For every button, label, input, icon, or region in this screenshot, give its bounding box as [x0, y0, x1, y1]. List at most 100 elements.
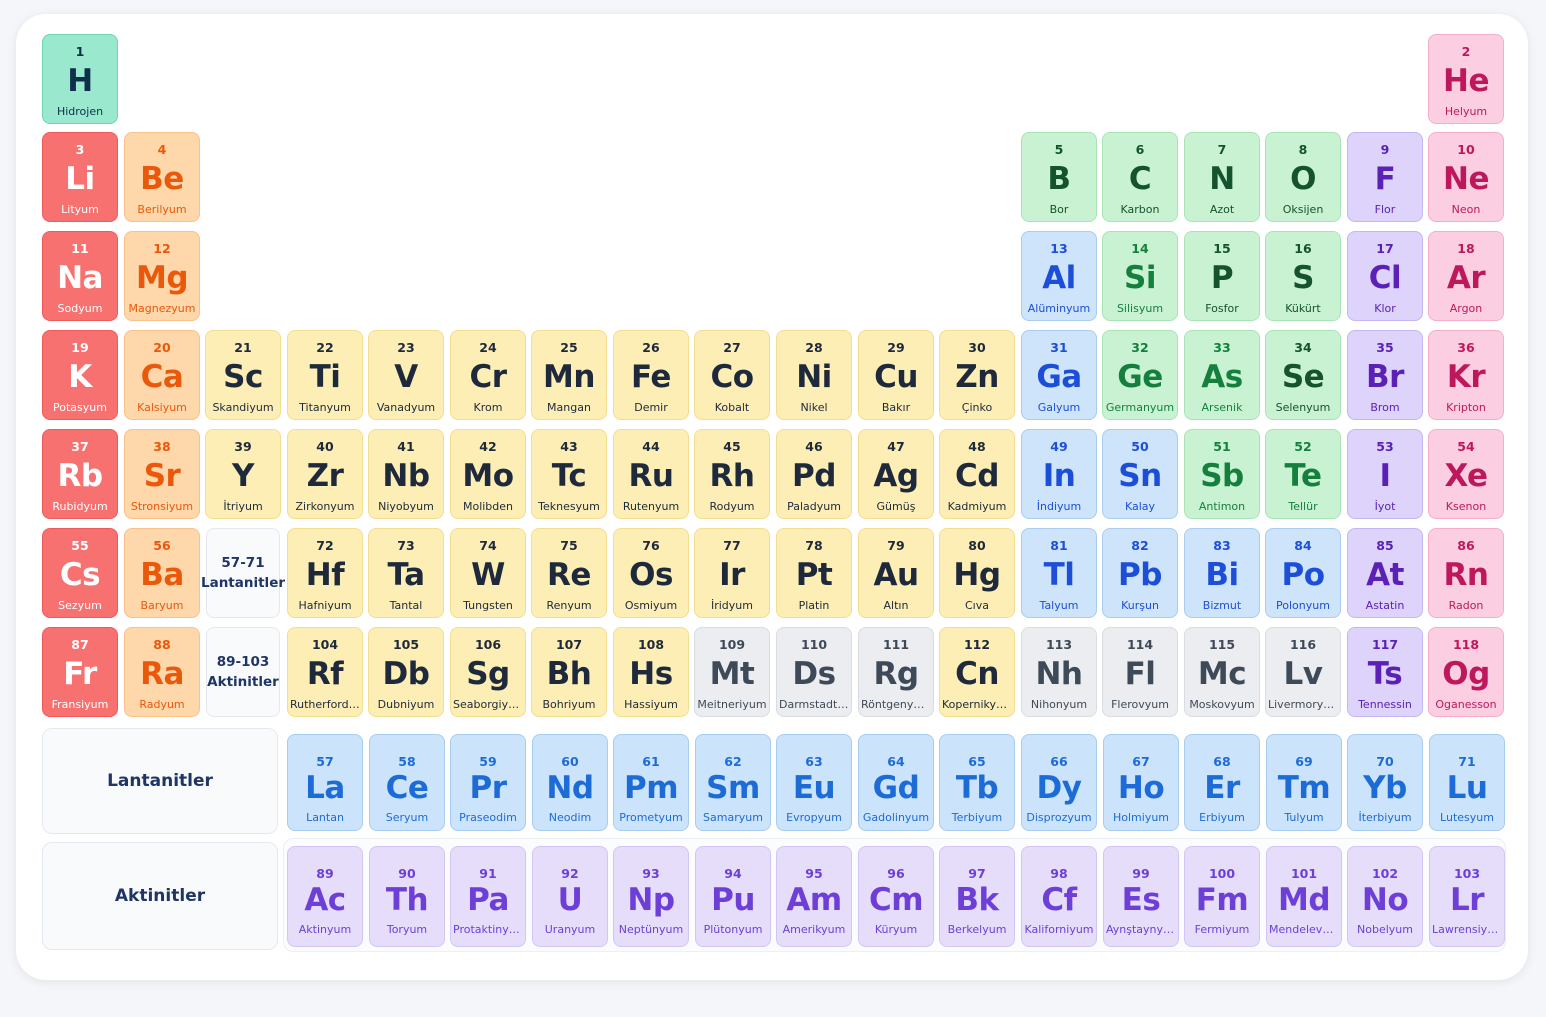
element-ti[interactable]: 22 Ti Titanyum [287, 330, 363, 420]
element-pt[interactable]: 78 Pt Platin [776, 528, 852, 618]
element-hg[interactable]: 80 Hg Cıva [939, 528, 1015, 618]
element-er[interactable]: 68 Er Erbiyum [1184, 734, 1260, 831]
element-se[interactable]: 34 Se Selenyum [1265, 330, 1341, 420]
element-eu[interactable]: 63 Eu Evropyum [776, 734, 852, 831]
element-rn[interactable]: 86 Rn Radon [1428, 528, 1504, 618]
element-be[interactable]: 4 Be Berilyum [124, 132, 200, 222]
element-bk[interactable]: 97 Bk Berkelyum [939, 846, 1015, 947]
element-ir[interactable]: 77 Ir İridyum [694, 528, 770, 618]
element-th[interactable]: 90 Th Toryum [369, 846, 445, 947]
element-fr[interactable]: 87 Fr Fransiyum [42, 627, 118, 717]
element-db[interactable]: 105 Db Dubniyum [368, 627, 444, 717]
element-cm[interactable]: 96 Cm Küryum [858, 846, 934, 947]
element-ar[interactable]: 18 Ar Argon [1428, 231, 1504, 321]
element-f[interactable]: 9 F Flor [1347, 132, 1423, 222]
element-au[interactable]: 79 Au Altın [858, 528, 934, 618]
element-nb[interactable]: 41 Nb Niyobyum [368, 429, 444, 519]
element-h[interactable]: 1 H Hidrojen [42, 34, 118, 124]
element-yb[interactable]: 70 Yb İterbiyum [1347, 734, 1423, 831]
element-zn[interactable]: 30 Zn Çinko [939, 330, 1015, 420]
element-ba[interactable]: 56 Ba Baryum [124, 528, 200, 618]
element-po[interactable]: 84 Po Polonyum [1265, 528, 1341, 618]
element-md[interactable]: 101 Md Mendelevyum [1266, 846, 1342, 947]
element-sc[interactable]: 21 Sc Skandiyum [205, 330, 281, 420]
element-es[interactable]: 99 Es Aynştaynyum [1103, 846, 1179, 947]
element-ga[interactable]: 31 Ga Galyum [1021, 330, 1097, 420]
element-ta[interactable]: 73 Ta Tantal [368, 528, 444, 618]
element-p[interactable]: 15 P Fosfor [1184, 231, 1260, 321]
element-mn[interactable]: 25 Mn Mangan [531, 330, 607, 420]
element-no[interactable]: 102 No Nobelyum [1347, 846, 1423, 947]
element-co[interactable]: 27 Co Kobalt [694, 330, 770, 420]
element-sg[interactable]: 106 Sg Seaborgiyum [450, 627, 526, 717]
lanthanides-placeholder[interactable]: 57-71 Lantanitler [201, 528, 285, 618]
element-te[interactable]: 52 Te Tellür [1265, 429, 1341, 519]
element-tl[interactable]: 81 Tl Talyum [1021, 528, 1097, 618]
element-rb[interactable]: 37 Rb Rubidyum [42, 429, 118, 519]
element-pu[interactable]: 94 Pu Plütonyum [695, 846, 771, 947]
element-pd[interactable]: 46 Pd Paladyum [776, 429, 852, 519]
element-la[interactable]: 57 La Lantan [287, 734, 363, 831]
element-kr[interactable]: 36 Kr Kripton [1428, 330, 1504, 420]
element-re[interactable]: 75 Re Renyum [531, 528, 607, 618]
element-mg[interactable]: 12 Mg Magnezyum [124, 231, 200, 321]
element-n[interactable]: 7 N Azot [1184, 132, 1260, 222]
element-in[interactable]: 49 In İndiyum [1021, 429, 1097, 519]
element-ds[interactable]: 110 Ds Darmstadtiyum [776, 627, 852, 717]
element-rg[interactable]: 111 Rg Röntgenyum [858, 627, 934, 717]
element-al[interactable]: 13 Al Alüminyum [1021, 231, 1097, 321]
element-fl[interactable]: 114 Fl Flerovyum [1102, 627, 1178, 717]
element-lu[interactable]: 71 Lu Lutesyum [1429, 734, 1505, 831]
element-bh[interactable]: 107 Bh Bohriyum [531, 627, 607, 717]
element-cs[interactable]: 55 Cs Sezyum [42, 528, 118, 618]
element-cr[interactable]: 24 Cr Krom [450, 330, 526, 420]
element-lr[interactable]: 103 Lr Lawrensiyum [1429, 846, 1505, 947]
element-sm[interactable]: 62 Sm Samaryum [695, 734, 771, 831]
element-mo[interactable]: 42 Mo Molibden [450, 429, 526, 519]
element-br[interactable]: 35 Br Brom [1347, 330, 1423, 420]
element-b[interactable]: 5 B Bor [1021, 132, 1097, 222]
element-ne[interactable]: 10 Ne Neon [1428, 132, 1504, 222]
element-hs[interactable]: 108 Hs Hassiyum [613, 627, 689, 717]
element-y[interactable]: 39 Y İtriyum [205, 429, 281, 519]
element-i[interactable]: 53 I İyot [1347, 429, 1423, 519]
element-he[interactable]: 2 He Helyum [1428, 34, 1504, 124]
element-fm[interactable]: 100 Fm Fermiyum [1184, 846, 1260, 947]
element-np[interactable]: 93 Np Neptünyum [613, 846, 689, 947]
element-o[interactable]: 8 O Oksijen [1265, 132, 1341, 222]
element-bi[interactable]: 83 Bi Bizmut [1184, 528, 1260, 618]
element-pm[interactable]: 61 Pm Prometyum [613, 734, 689, 831]
element-gd[interactable]: 64 Gd Gadolinyum [858, 734, 934, 831]
element-at[interactable]: 85 At Astatin [1347, 528, 1423, 618]
element-ac[interactable]: 89 Ac Aktinyum [287, 846, 363, 947]
element-sr[interactable]: 38 Sr Stronsiyum [124, 429, 200, 519]
element-v[interactable]: 23 V Vanadyum [368, 330, 444, 420]
element-os[interactable]: 76 Os Osmiyum [613, 528, 689, 618]
element-mt[interactable]: 109 Mt Meitneriyum [694, 627, 770, 717]
element-am[interactable]: 95 Am Amerikyum [776, 846, 852, 947]
element-ca[interactable]: 20 Ca Kalsiyum [124, 330, 200, 420]
element-pb[interactable]: 82 Pb Kurşun [1102, 528, 1178, 618]
element-ag[interactable]: 47 Ag Gümüş [858, 429, 934, 519]
element-cf[interactable]: 98 Cf Kaliforniyum [1021, 846, 1097, 947]
element-w[interactable]: 74 W Tungsten [450, 528, 526, 618]
element-as[interactable]: 33 As Arsenik [1184, 330, 1260, 420]
element-tc[interactable]: 43 Tc Teknesyum [531, 429, 607, 519]
element-k[interactable]: 19 K Potasyum [42, 330, 118, 420]
element-xe[interactable]: 54 Xe Ksenon [1428, 429, 1504, 519]
element-ru[interactable]: 44 Ru Rutenyum [613, 429, 689, 519]
element-ho[interactable]: 67 Ho Holmiyum [1103, 734, 1179, 831]
element-cd[interactable]: 48 Cd Kadmiyum [939, 429, 1015, 519]
element-ts[interactable]: 117 Ts Tennessin [1347, 627, 1423, 717]
element-ni[interactable]: 28 Ni Nikel [776, 330, 852, 420]
element-ra[interactable]: 88 Ra Radyum [124, 627, 200, 717]
element-cn[interactable]: 112 Cn Kopernikyum [939, 627, 1015, 717]
element-nh[interactable]: 113 Nh Nihonyum [1021, 627, 1097, 717]
element-tb[interactable]: 65 Tb Terbiyum [939, 734, 1015, 831]
element-cu[interactable]: 29 Cu Bakır [858, 330, 934, 420]
element-nd[interactable]: 60 Nd Neodim [532, 734, 608, 831]
element-zr[interactable]: 40 Zr Zirkonyum [287, 429, 363, 519]
element-hf[interactable]: 72 Hf Hafniyum [287, 528, 363, 618]
element-c[interactable]: 6 C Karbon [1102, 132, 1178, 222]
element-si[interactable]: 14 Si Silisyum [1102, 231, 1178, 321]
